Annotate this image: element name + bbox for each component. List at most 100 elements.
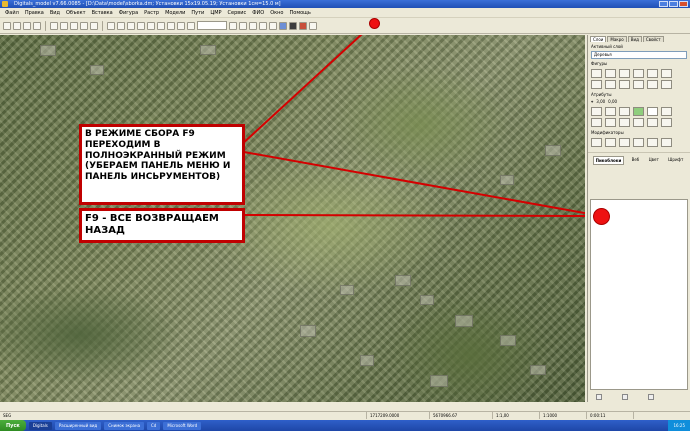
layers-icon[interactable] [259,21,267,30]
chart-icon[interactable] [269,21,277,30]
copy-icon[interactable] [60,21,68,30]
select-icon[interactable] [107,21,115,30]
active-layer-label: Активный слой [591,44,623,49]
footer-icon[interactable] [622,394,628,400]
footer-icon[interactable] [648,394,654,400]
raster-icon[interactable] [299,21,307,30]
task-item[interactable]: Cd [147,421,161,430]
measure-icon[interactable] [177,21,185,30]
blank-symbol-icon[interactable] [591,107,602,116]
start-button[interactable]: Пуск [0,420,26,431]
menu-fio[interactable]: ФИО [249,10,267,16]
menu-dem[interactable]: ЦМР [207,10,224,16]
undo-icon[interactable] [80,21,88,30]
zoom-in-icon[interactable] [127,21,135,30]
mod-icon[interactable] [619,138,630,147]
tab-macro[interactable]: Макро [607,36,627,42]
blank-symbol-icon[interactable] [605,107,616,116]
arc-icon[interactable] [619,80,630,89]
circle-icon[interactable] [661,69,672,78]
new-file-icon[interactable] [3,21,11,30]
coord-a[interactable]: 3,00 [596,99,605,104]
wave-icon[interactable] [661,107,672,116]
tab-font[interactable]: Шрифт [666,156,685,165]
maximize-icon[interactable] [669,1,678,7]
settings-icon[interactable] [309,21,317,30]
info-icon[interactable] [187,21,195,30]
star-icon[interactable] [647,107,658,116]
table-icon[interactable] [229,21,237,30]
menu-service[interactable]: Сервис [225,10,250,16]
line-symbol-icon[interactable] [605,118,616,127]
pan-icon[interactable] [117,21,125,30]
mod-icon[interactable] [605,138,616,147]
open-folder-icon[interactable] [13,21,21,30]
close-icon[interactable] [679,1,688,7]
grid-icon[interactable] [239,21,247,30]
curve-icon[interactable] [289,21,297,30]
refresh-icon[interactable] [157,21,165,30]
house-icon[interactable] [591,69,602,78]
minimize-icon[interactable] [659,1,668,7]
title-bar: Digitals_model v7.66.0085 - [D:\Data\mod… [0,0,690,8]
map-icon[interactable] [279,21,287,30]
task-item[interactable]: Digitals [28,421,52,430]
box-symbol-icon[interactable] [647,118,658,127]
properties-icon[interactable] [249,21,257,30]
square-icon[interactable] [633,69,644,78]
tick-icon[interactable] [591,118,602,127]
task-item[interactable]: Снимок экрана [104,421,145,430]
coord-b[interactable]: 0,00 [608,99,617,104]
curve-icon[interactable] [633,80,644,89]
box-symbol-icon[interactable] [633,118,644,127]
building-icon[interactable] [619,69,630,78]
status-y: 5670966.67 [430,412,493,419]
menu-paths[interactable]: Пути [188,10,207,16]
mod-icon[interactable] [647,138,658,147]
mod-icon[interactable] [661,138,672,147]
task-item[interactable]: Расширенный вид [54,421,102,430]
zoom-window-icon[interactable] [147,21,155,30]
roof-icon[interactable] [605,69,616,78]
line-icon[interactable] [647,69,658,78]
box-symbol-icon[interactable] [619,118,630,127]
menu-shape[interactable]: Фигура [116,10,141,16]
redo-icon[interactable] [90,21,98,30]
menu-file[interactable]: Файл [2,10,22,16]
footer-icon[interactable] [596,394,602,400]
rectangle-icon[interactable] [605,80,616,89]
box-symbol-icon[interactable] [661,118,672,127]
tab-view[interactable]: Вид [627,36,642,42]
cut-icon[interactable] [50,21,58,30]
tab-layers[interactable]: Слои [590,36,607,42]
diagonal-icon[interactable] [647,80,658,89]
green-symbol-icon[interactable] [633,107,644,116]
lightbulb-icon[interactable] [167,21,175,30]
paste-icon[interactable] [70,21,78,30]
polygon-icon[interactable] [591,80,602,89]
mod-icon[interactable] [633,138,644,147]
save-icon[interactable] [23,21,31,30]
menu-raster[interactable]: Растр [141,10,162,16]
menu-edit[interactable]: Правка [22,10,47,16]
mod-icon[interactable] [591,138,602,147]
tab-color[interactable]: Цвет [647,156,661,165]
taskbar: Пуск Digitals Расширенный вид Снимок экр… [0,420,690,431]
tab-properties[interactable]: Свойст [642,36,664,42]
menu-view[interactable]: Вид [47,10,63,16]
menu-help[interactable]: Помощь [287,10,314,16]
menu-models[interactable]: Модели [162,10,188,16]
menu-object[interactable]: Объект [63,10,89,16]
tab-web[interactable]: Веб [630,156,642,165]
menu-window[interactable]: Окно [267,10,286,16]
layer-combo[interactable] [197,21,227,30]
layer-select[interactable]: Деревья [591,51,687,59]
task-item[interactable]: Microsoft Word [163,421,202,430]
menu-insert[interactable]: Вставка [89,10,116,16]
blank-symbol-icon[interactable] [619,107,630,116]
attributes-label: Атрибуты [591,92,612,97]
grid-icon[interactable] [661,80,672,89]
zoom-out-icon[interactable] [137,21,145,30]
print-icon[interactable] [33,21,41,30]
tab-pikoblocks[interactable]: Пикоблоки [592,156,625,165]
